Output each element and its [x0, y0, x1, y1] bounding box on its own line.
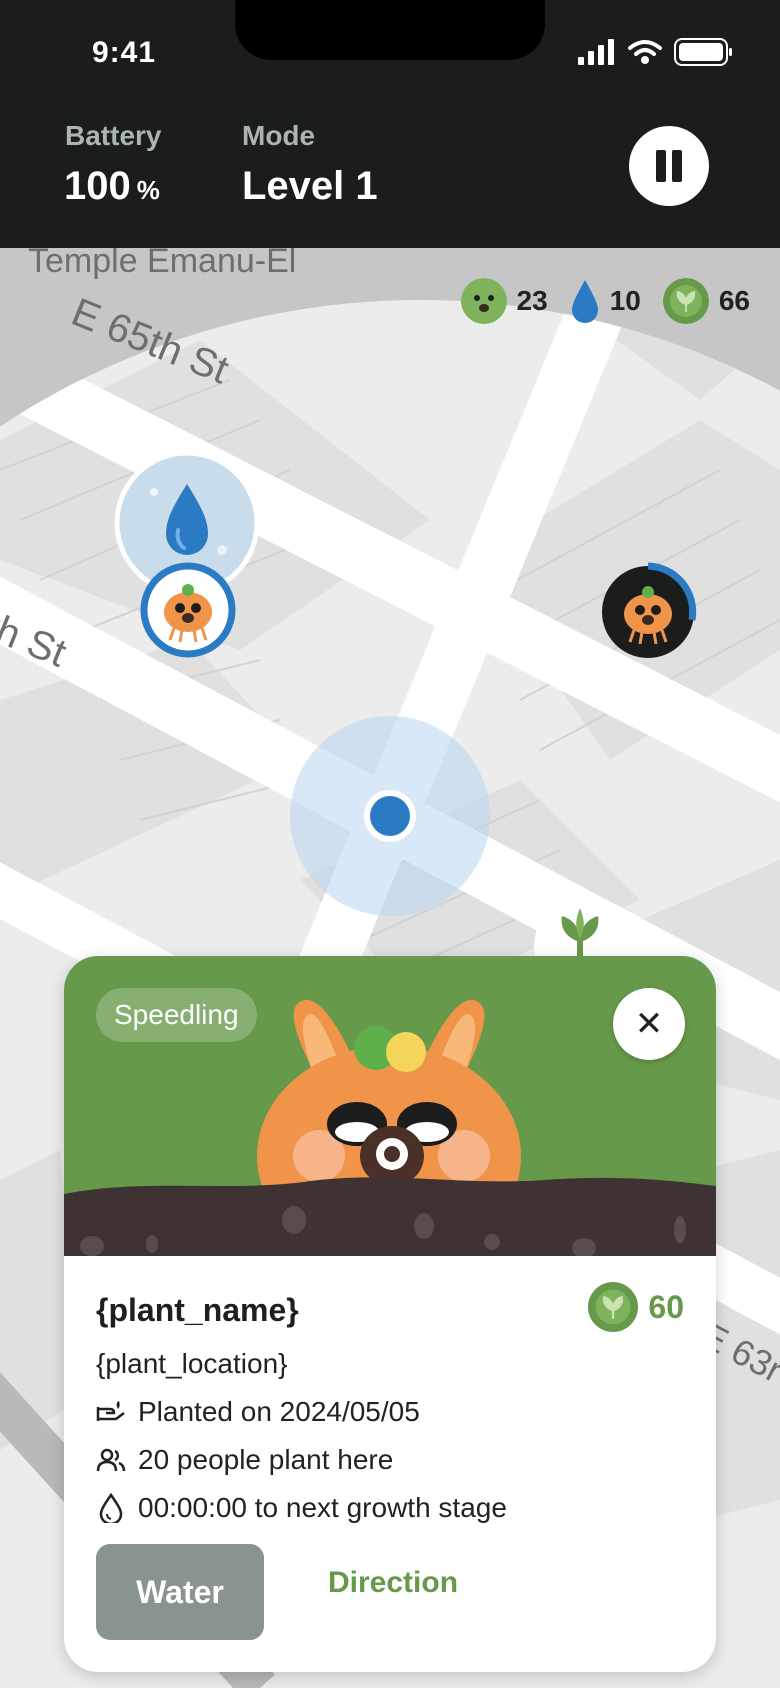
- creature-marker-left[interactable]: [140, 562, 236, 658]
- battery-label: Battery: [65, 120, 162, 151]
- plant-score-value: 60: [648, 1288, 684, 1325]
- pause-button[interactable]: [629, 126, 709, 206]
- plant-score: 60: [588, 1282, 684, 1332]
- battery-value: 100%: [64, 164, 160, 209]
- resource-counters: 23 10 66: [460, 278, 750, 324]
- user-location-marker: [290, 716, 490, 916]
- plant-detail-card: Speedling ✕ {plant_name} 60 {plant_locat…: [64, 956, 716, 1672]
- seed-count: 66: [718, 285, 750, 316]
- water-count-icon: [571, 280, 598, 323]
- plant-location: {plant_location}: [96, 1348, 288, 1379]
- growth-row: 00:00:00 to next growth stage: [96, 1492, 507, 1524]
- water-count: 10: [609, 285, 641, 316]
- battery-status-icon: [674, 38, 732, 66]
- people-row: 20 people plant here: [96, 1444, 393, 1476]
- people-count: 20 people plant here: [138, 1444, 394, 1475]
- map-label-temple: Temple Emanu-El: [28, 248, 297, 280]
- growth-timer: 00:00:00 to next growth stage: [138, 1492, 507, 1523]
- people-icon: [96, 1448, 126, 1472]
- direction-button[interactable]: Direction: [328, 1566, 458, 1600]
- battery-percent: 100: [64, 164, 131, 208]
- creature-count: 23: [516, 285, 548, 316]
- seed-score-icon: [588, 1282, 639, 1332]
- cellular-signal-icon: [578, 39, 614, 65]
- seed-count-icon: [662, 278, 709, 324]
- creature-count-icon: [460, 278, 507, 324]
- water-button[interactable]: Water: [96, 1544, 264, 1640]
- plant-type-badge: Speedling: [96, 988, 257, 1042]
- creature-marker-right[interactable]: [598, 562, 698, 662]
- close-icon: ✕: [634, 1005, 664, 1043]
- status-icons: [578, 38, 732, 66]
- mode-value: Level 1: [242, 164, 378, 208]
- planted-date: Planted on 2024/05/05: [138, 1396, 420, 1427]
- top-hud: 9:41 Battery 100% Mode Level 1: [0, 0, 780, 248]
- planted-date-row: Planted on 2024/05/05: [96, 1396, 420, 1428]
- mode-label: Mode: [242, 120, 316, 151]
- wifi-icon: [628, 40, 662, 64]
- battery-unit: %: [136, 175, 160, 205]
- plant-hero: Speedling ✕: [64, 956, 716, 1256]
- close-button[interactable]: ✕: [613, 988, 685, 1060]
- planting-hand-icon: [96, 1401, 125, 1421]
- water-drop-outline-icon: [99, 1493, 123, 1523]
- plant-name: {plant_name}: [96, 1292, 299, 1328]
- device-notch: [235, 0, 545, 60]
- status-time: 9:41: [92, 36, 157, 69]
